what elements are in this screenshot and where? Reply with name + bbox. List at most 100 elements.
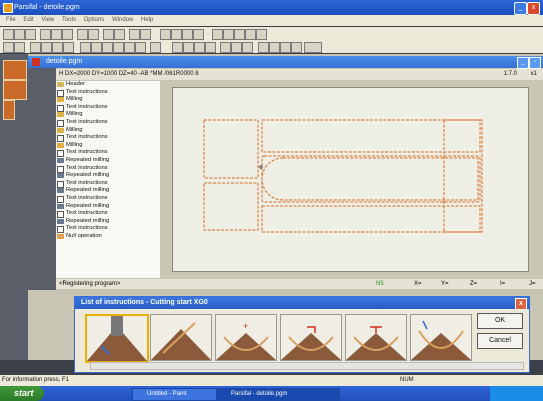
op-side-2-icon[interactable] [3, 80, 27, 100]
drawing-canvas[interactable] [172, 87, 529, 272]
op16-icon[interactable] [304, 42, 322, 53]
cancel-button[interactable]: Cancel [477, 333, 523, 349]
open-icon[interactable] [14, 29, 25, 40]
tree-item[interactable]: Null operation [56, 233, 160, 241]
tree-item[interactable]: Text instructions [56, 104, 160, 112]
op8-icon[interactable] [172, 42, 183, 53]
child-restore-button[interactable]: ▫ [529, 57, 541, 69]
plus-icon[interactable] [220, 42, 231, 53]
menu-window[interactable]: Window [112, 17, 133, 23]
op3-icon[interactable] [102, 42, 113, 53]
grid-icon[interactable] [160, 29, 171, 40]
tree-item[interactable]: Repeated milling [56, 172, 160, 180]
op12-icon[interactable] [258, 42, 269, 53]
print-icon[interactable] [77, 29, 88, 40]
instruction-thumb-2[interactable] [150, 314, 212, 361]
arc-icon[interactable] [234, 29, 245, 40]
tool-icon[interactable] [103, 29, 114, 40]
tree-item[interactable]: Text instructions [56, 119, 160, 127]
node-icon[interactable] [52, 42, 63, 53]
cut-icon[interactable] [40, 29, 51, 40]
tool2-icon[interactable] [114, 29, 125, 40]
tree-item[interactable]: Milling [56, 96, 160, 104]
instruction-thumb-1[interactable] [85, 314, 149, 363]
preview-icon[interactable] [88, 29, 99, 40]
tree-item[interactable]: Milling [56, 127, 160, 135]
help-icon[interactable] [129, 29, 140, 40]
repeat-icon [57, 157, 64, 163]
op-side-1-icon[interactable] [3, 60, 27, 80]
ok-button[interactable]: OK [477, 313, 523, 329]
menu-options[interactable]: Options [84, 17, 105, 23]
op11-icon[interactable] [205, 42, 216, 53]
paste-icon[interactable] [62, 29, 73, 40]
op13-icon[interactable] [269, 42, 280, 53]
instruction-thumb-5[interactable] [345, 314, 407, 361]
save-icon[interactable] [25, 29, 36, 40]
tree-item[interactable]: Header [56, 81, 160, 89]
tree-item[interactable]: Repeated milling [56, 203, 160, 211]
tree-item[interactable]: Text instructions [56, 149, 160, 158]
close-button[interactable]: x [527, 2, 540, 15]
instruction-thumb-3[interactable]: + [215, 314, 277, 361]
tree-item[interactable]: Text instructions [56, 134, 160, 143]
tree-item[interactable]: Text instructions [56, 210, 160, 219]
op5-icon[interactable] [124, 42, 135, 53]
tree-item[interactable]: Repeated milling [56, 218, 160, 226]
zoom-in-icon[interactable] [3, 42, 14, 53]
zoom-out-icon[interactable] [14, 42, 25, 53]
line-icon[interactable] [223, 29, 234, 40]
view2-icon[interactable] [193, 29, 204, 40]
minimize-button[interactable]: _ [514, 2, 527, 15]
op-side-3-icon[interactable] [3, 100, 15, 120]
view-icon[interactable] [182, 29, 193, 40]
layer-icon[interactable] [171, 29, 182, 40]
node2-icon[interactable] [63, 42, 74, 53]
op7-icon[interactable] [150, 42, 161, 53]
context-help-icon[interactable] [140, 29, 151, 40]
toolbar-top [0, 27, 543, 40]
op6-icon[interactable] [135, 42, 146, 53]
start-button[interactable]: start [0, 386, 44, 401]
frame-icon[interactable] [30, 42, 41, 53]
op10-icon[interactable] [194, 42, 205, 53]
move-x-icon[interactable] [231, 42, 242, 53]
child-minimize-button[interactable]: _ [517, 57, 529, 69]
taskbar-item-parsifal[interactable]: Parsifal - detoile.pgm [216, 388, 340, 401]
draw-icon[interactable] [212, 29, 223, 40]
dialog-horizontal-scrollbar[interactable] [90, 362, 524, 370]
tree-item[interactable]: Text instructions [56, 225, 160, 234]
dialog-close-button[interactable]: x [515, 298, 527, 310]
tree-item[interactable]: Text instructions [56, 195, 160, 203]
taskbar-item-paint[interactable]: Untitled - Paint [132, 388, 228, 401]
tree-item[interactable]: Milling [56, 142, 160, 150]
left-toolbar [0, 54, 28, 360]
tree-item[interactable]: Repeated milling [56, 157, 160, 165]
op4-icon[interactable] [113, 42, 124, 53]
menu-view[interactable]: View [41, 17, 54, 23]
op9-icon[interactable] [183, 42, 194, 53]
op14-icon[interactable] [280, 42, 291, 53]
new-icon[interactable] [3, 29, 14, 40]
document-icon [32, 58, 40, 66]
op1-icon[interactable] [80, 42, 91, 53]
pencil-icon[interactable] [245, 29, 256, 40]
instruction-thumb-4[interactable] [280, 314, 342, 361]
op2-icon[interactable] [91, 42, 102, 53]
x-label: X= [414, 281, 422, 287]
menu-file[interactable]: File [6, 17, 16, 23]
pen-icon[interactable] [256, 29, 267, 40]
cross-icon[interactable] [41, 42, 52, 53]
op15-icon[interactable] [291, 42, 302, 53]
menu-help[interactable]: Help [141, 17, 153, 23]
tree-item[interactable]: Text instructions [56, 165, 160, 173]
tree-item[interactable]: Milling [56, 111, 160, 119]
move-y-icon[interactable] [242, 42, 253, 53]
menu-edit[interactable]: Edit [23, 17, 33, 23]
tree-item[interactable]: Repeated milling [56, 187, 160, 195]
tree-item[interactable]: Text instructions [56, 180, 160, 188]
menu-tools[interactable]: Tools [62, 17, 76, 23]
tree-item[interactable]: Text instructions [56, 89, 160, 97]
copy-icon[interactable] [51, 29, 62, 40]
instruction-thumb-6[interactable] [410, 314, 472, 361]
